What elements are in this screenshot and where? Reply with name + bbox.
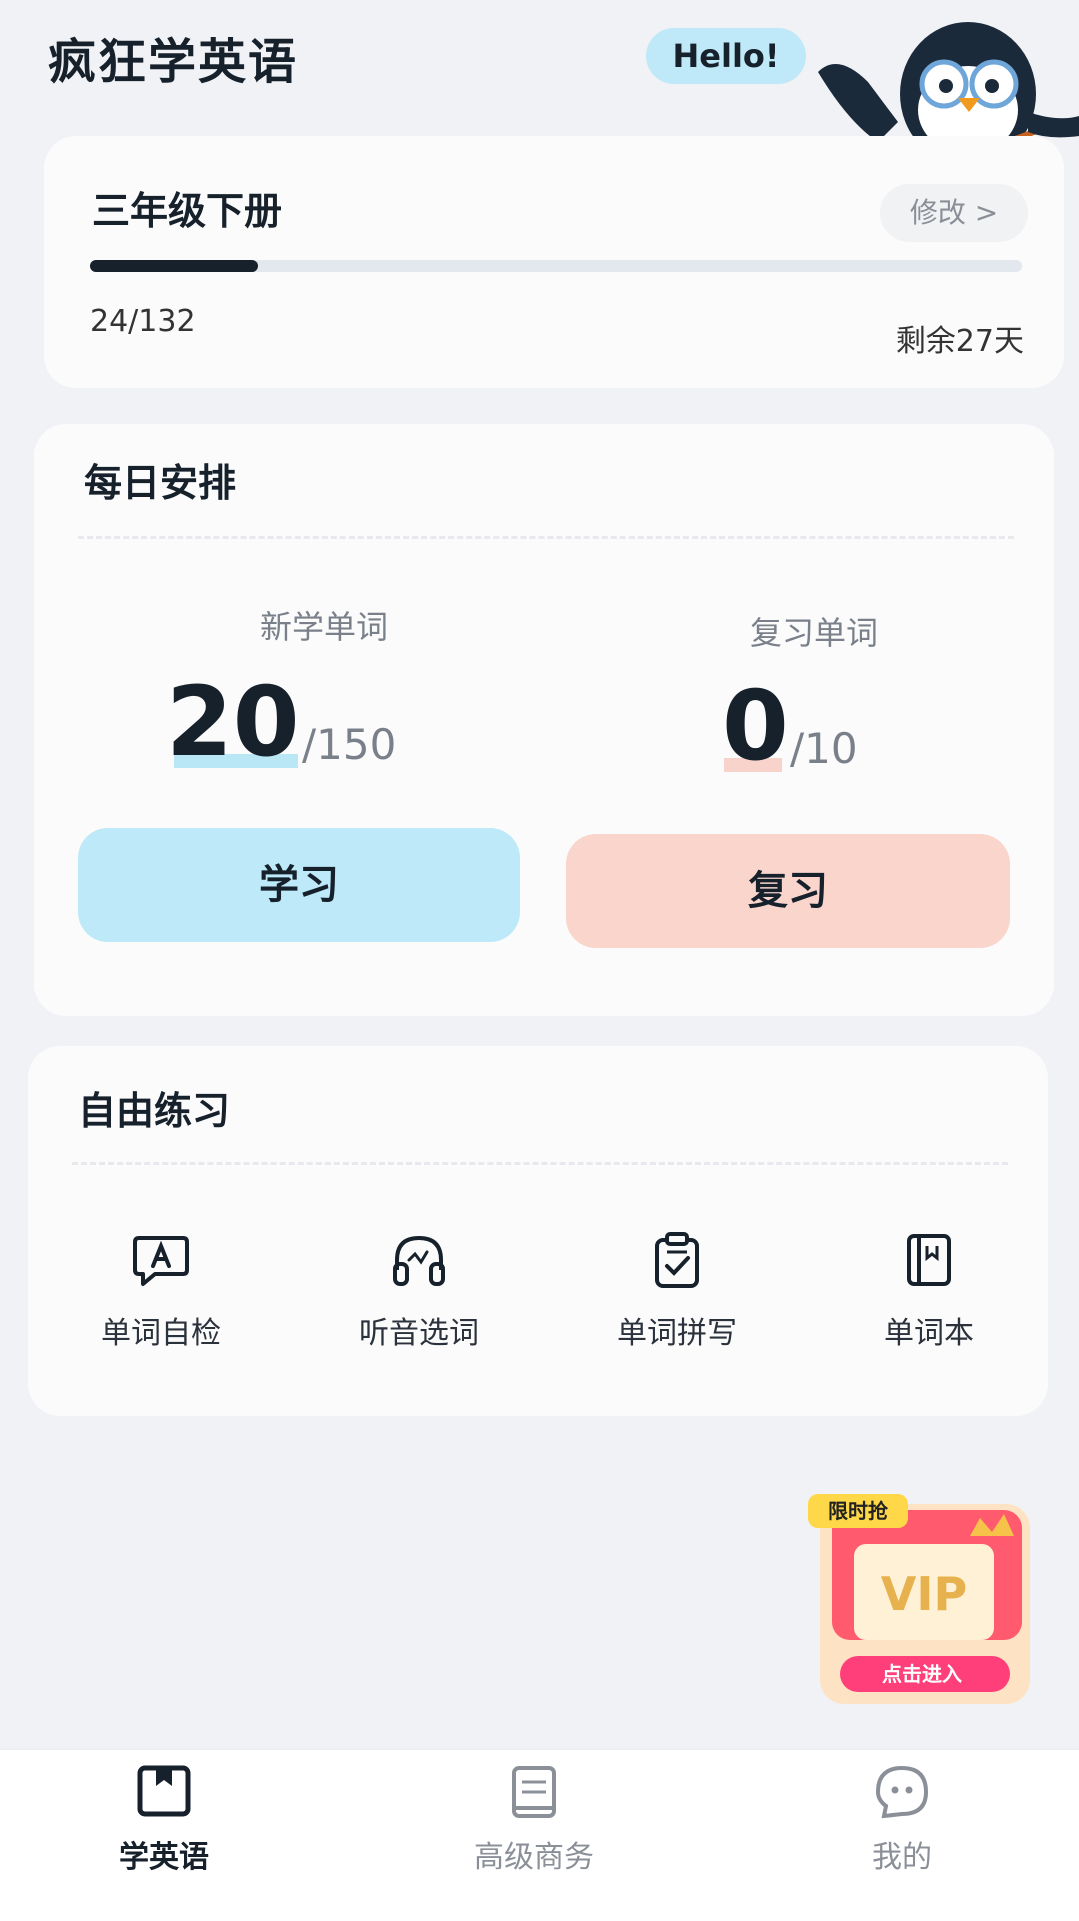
practice-label: 听音选词 bbox=[359, 1316, 479, 1351]
divider bbox=[72, 1162, 1008, 1165]
new-words-label: 新学单词 bbox=[259, 608, 388, 646]
greeting-bubble: Hello! bbox=[646, 28, 806, 84]
tab-business[interactable]: 高级商务 bbox=[404, 1764, 664, 1876]
review-words-value: 0 bbox=[722, 670, 789, 782]
free-practice-title: 自由练习 bbox=[78, 1089, 231, 1133]
new-words-total: /150 bbox=[302, 720, 397, 769]
practice-label: 单词自检 bbox=[101, 1316, 221, 1351]
promo-brand: VIP bbox=[881, 1567, 967, 1621]
notebook-icon bbox=[907, 1234, 951, 1286]
book-bookmark-icon bbox=[137, 1765, 191, 1817]
vip-promo-button[interactable]: 限时抢 VIP 点击进入 bbox=[800, 1480, 1050, 1720]
vip-badge-icon: 限时抢 VIP 点击进入 bbox=[808, 1494, 1030, 1704]
tab-label: 高级商务 bbox=[474, 1840, 594, 1875]
practice-listen-choose[interactable]: 听音选词 bbox=[294, 1230, 544, 1352]
practice-label: 单词本 bbox=[884, 1316, 974, 1351]
tab-learn-english[interactable]: 学英语 bbox=[34, 1764, 294, 1876]
daily-plan-card: 每日安排 新学单词 20 /150 复习单词 0 /10 学习 复习 bbox=[34, 424, 1054, 1016]
tab-label: 学英语 bbox=[119, 1840, 209, 1875]
chat-face-icon bbox=[875, 1765, 929, 1819]
bottom-tab-bar: 学英语 高级商务 我的 bbox=[0, 1748, 1079, 1921]
progress-count: 24/132 bbox=[90, 304, 196, 339]
days-remaining: 剩余27天 bbox=[895, 324, 1024, 359]
clipboard-check-icon bbox=[655, 1232, 699, 1288]
progress-card: 三年级下册 修改 > 24/132 剩余27天 bbox=[44, 136, 1064, 388]
review-words-label: 复习单词 bbox=[749, 614, 878, 652]
divider bbox=[78, 536, 1014, 539]
promo-cta: 点击进入 bbox=[882, 1662, 962, 1686]
progress-bar bbox=[90, 260, 1022, 272]
free-practice-card: 自由练习 单词自检 听音选词 单词拼写 单词本 bbox=[28, 1046, 1048, 1416]
tab-label: 我的 bbox=[872, 1840, 932, 1875]
edit-button[interactable]: 修改 > bbox=[880, 184, 1028, 242]
practice-label: 单词拼写 bbox=[617, 1316, 737, 1351]
review-words-total: /10 bbox=[790, 724, 858, 773]
book-title: 三年级下册 bbox=[92, 189, 283, 233]
progress-bar-fill bbox=[90, 260, 258, 272]
headphones-icon bbox=[393, 1235, 445, 1286]
new-words-value: 20 bbox=[166, 666, 300, 778]
app-title: 疯狂学英语 bbox=[48, 34, 299, 90]
practice-spelling[interactable]: 单词拼写 bbox=[552, 1230, 802, 1352]
penguin-mascot-icon bbox=[818, 22, 1079, 152]
practice-wordbook[interactable]: 单词本 bbox=[804, 1230, 1054, 1352]
daily-plan-title: 每日安排 bbox=[84, 461, 237, 505]
study-button[interactable]: 学习 bbox=[78, 828, 520, 942]
speech-bubble-a-icon bbox=[133, 1236, 189, 1286]
textbook-icon bbox=[512, 1766, 556, 1818]
promo-badge: 限时抢 bbox=[828, 1499, 889, 1523]
tab-mine[interactable]: 我的 bbox=[772, 1764, 1032, 1876]
review-button[interactable]: 复习 bbox=[566, 834, 1010, 948]
practice-self-check[interactable]: 单词自检 bbox=[36, 1230, 286, 1352]
